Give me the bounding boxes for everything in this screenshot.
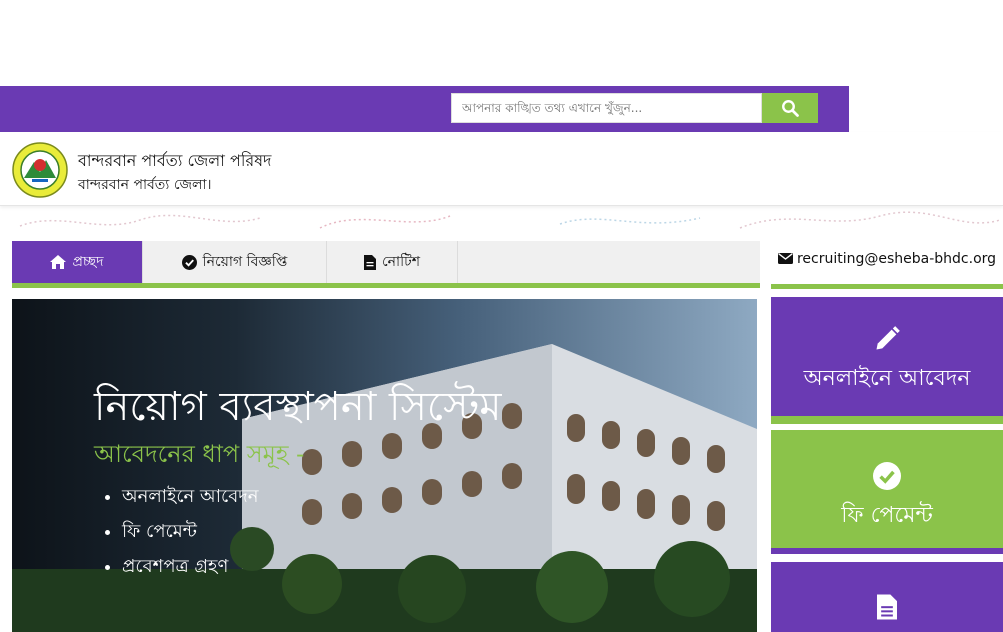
organization-title: বান্দরবান পার্বত্য জেলা পরিষদ bbox=[78, 151, 272, 170]
tab-notice[interactable]: নোটিশ bbox=[327, 241, 458, 283]
card-divider bbox=[771, 416, 1003, 424]
list-item: ফি পেমেন্ট bbox=[122, 517, 258, 552]
hero-banner: নিয়োগ ব্যবস্থাপনা সিস্টেম আবেদনের ধাপ স… bbox=[12, 299, 757, 632]
organization-logo[interactable] bbox=[12, 142, 68, 198]
steps-list: অনলাইনে আবেদন ফি পেমেন্ট প্রবেশপত্র গ্রহ… bbox=[122, 482, 258, 587]
tab-label: নোটিশ bbox=[381, 254, 420, 270]
admit-card-button[interactable] bbox=[771, 562, 1003, 632]
fee-payment-button[interactable]: ফি পেমেন্ট bbox=[771, 430, 1003, 548]
search-input[interactable] bbox=[451, 93, 762, 123]
check-circle-icon bbox=[873, 462, 901, 490]
card-label: ফি পেমেন্ট bbox=[841, 503, 933, 528]
site-header: বান্দরবান পার্বত্য জেলা পরিষদ বান্দরবান … bbox=[0, 132, 1003, 206]
apply-online-button[interactable]: অনলাইনে আবেদন bbox=[771, 297, 1003, 416]
banner-subtitle: আবেদনের ধাপ সমূহ - bbox=[94, 440, 305, 468]
list-item: প্রবেশপত্র গ্রহণ bbox=[122, 552, 258, 587]
sidebar-divider bbox=[771, 284, 1003, 289]
tab-label: নিয়োগ বিজ্ঞপ্তি bbox=[202, 254, 288, 270]
organization-subtitle: বান্দরবান পার্বত্য জেলা। bbox=[78, 177, 212, 193]
email-text: recruiting@esheba-bhdc.org bbox=[796, 251, 997, 267]
nav-tabs: প্রচ্ছদ নিয়োগ বিজ্ঞপ্তি নোটিশ bbox=[12, 241, 760, 283]
card-label: অনলাইনে আবেদন bbox=[803, 366, 971, 391]
file-icon bbox=[363, 254, 376, 270]
home-icon bbox=[50, 255, 67, 269]
tab-home[interactable]: প্রচ্ছদ bbox=[12, 241, 143, 283]
card-divider bbox=[771, 548, 1003, 554]
check-circle-icon bbox=[181, 254, 197, 270]
tab-recruitment-notice[interactable]: নিয়োগ বিজ্ঞপ্তি bbox=[143, 241, 327, 283]
file-icon bbox=[877, 594, 897, 620]
banner-title: নিয়োগ ব্যবস্থাপনা সিস্টেম bbox=[94, 384, 502, 430]
tab-underline bbox=[12, 283, 760, 288]
search-button[interactable] bbox=[762, 93, 818, 123]
contact-email[interactable]: recruiting@esheba-bhdc.org bbox=[771, 248, 1003, 270]
tab-label: প্রচ্ছদ bbox=[72, 254, 104, 270]
search-icon bbox=[782, 100, 799, 117]
list-item: অনলাইনে আবেদন bbox=[122, 482, 258, 517]
envelope-icon bbox=[777, 253, 793, 264]
pencil-icon bbox=[876, 326, 900, 350]
